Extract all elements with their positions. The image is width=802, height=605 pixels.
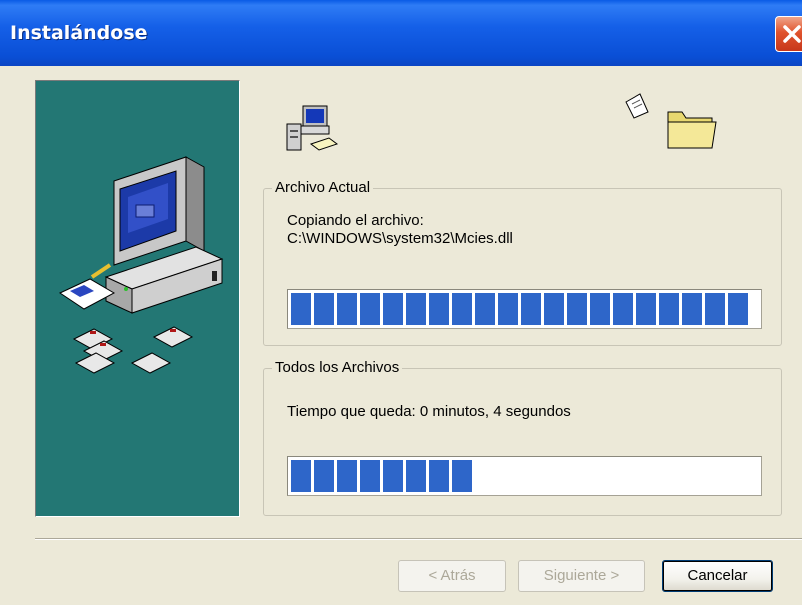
button-separator bbox=[35, 538, 802, 540]
current-file-progress-fill bbox=[291, 293, 751, 325]
all-files-group-label: Todos los Archivos bbox=[272, 359, 403, 376]
next-button[interactable]: Siguiente > bbox=[518, 560, 645, 592]
close-icon bbox=[783, 25, 801, 43]
all-files-progress-bar bbox=[287, 456, 762, 496]
window-title: Instalándose bbox=[10, 22, 148, 44]
close-button[interactable] bbox=[775, 16, 802, 52]
time-remaining-text: Tiempo que queda: 0 minutos, 4 segundos bbox=[287, 403, 571, 420]
current-file-group-label: Archivo Actual bbox=[272, 179, 374, 196]
title-bar: Instalándose bbox=[0, 0, 802, 66]
computer-disks-illustration bbox=[58, 156, 224, 374]
current-file-progress-bar bbox=[287, 289, 762, 329]
copy-file-path: C:\WINDOWS\system32\Mcies.dll bbox=[287, 230, 513, 247]
cancel-button[interactable]: Cancelar bbox=[662, 560, 773, 592]
back-button[interactable]: < Atrás bbox=[398, 560, 506, 592]
file-to-folder-icon bbox=[625, 93, 717, 149]
computer-setup-icon bbox=[286, 105, 339, 151]
copy-status-text: Copiando el archivo: bbox=[287, 212, 424, 229]
side-panel bbox=[35, 80, 240, 517]
all-files-progress-fill bbox=[291, 460, 475, 492]
